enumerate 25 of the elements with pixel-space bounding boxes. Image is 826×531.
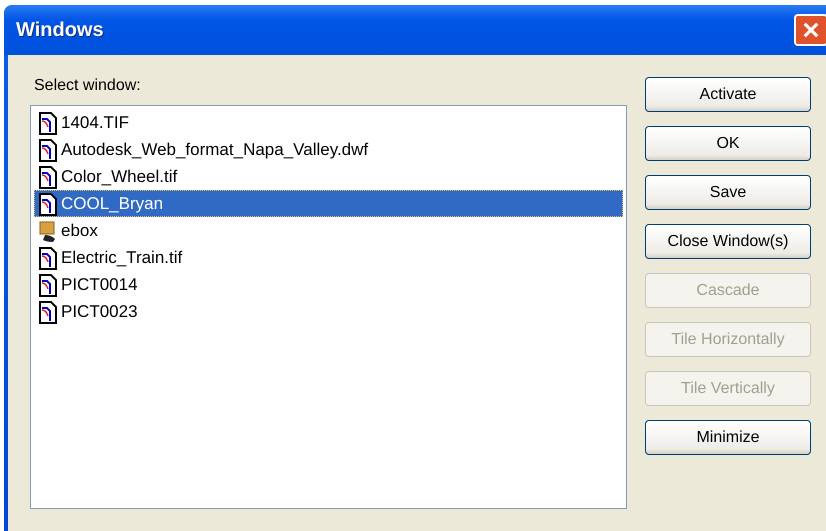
list-item[interactable]: PICT0014	[34, 271, 623, 298]
list-item[interactable]: 1404.TIF	[34, 109, 623, 136]
list-item[interactable]: COOL_Bryan	[34, 190, 623, 217]
document-icon	[39, 110, 57, 134]
dialog-button[interactable]: Minimize	[645, 420, 811, 455]
box-icon	[39, 218, 57, 242]
list-item[interactable]: PICT0023	[34, 298, 623, 325]
dialog-button[interactable]: Activate	[645, 77, 811, 112]
document-icon	[39, 138, 57, 162]
dialog-button[interactable]: Save	[645, 175, 811, 210]
list-item[interactable]: Autodesk_Web_format_Napa_Valley.dwf	[34, 136, 623, 163]
close-button[interactable]	[794, 14, 826, 46]
list-item[interactable]: Electric_Train.tif	[34, 244, 623, 271]
list-item[interactable]: ebox	[34, 217, 623, 244]
list-label: Select window:	[34, 77, 142, 95]
list-item[interactable]: Color_Wheel.tif	[34, 163, 623, 190]
window-title: Windows	[16, 18, 104, 42]
document-icon	[39, 300, 57, 324]
document-icon	[39, 246, 57, 270]
document-icon	[39, 164, 57, 188]
close-icon	[802, 20, 820, 40]
document-icon	[39, 272, 57, 296]
dialog-button[interactable]: OK	[645, 126, 811, 161]
document-icon	[39, 192, 57, 216]
dialog-button[interactable]: Close Window(s)	[645, 224, 811, 259]
